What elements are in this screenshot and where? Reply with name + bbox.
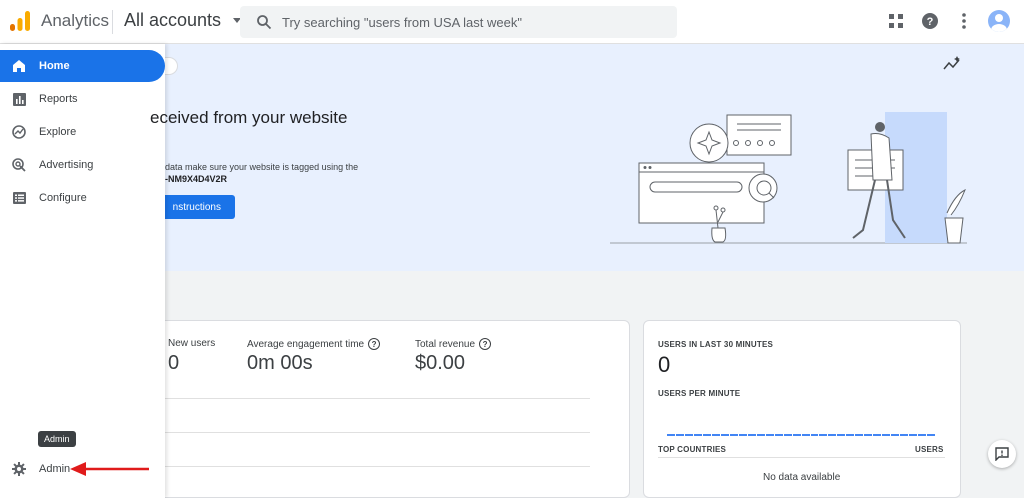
nav-item-explore[interactable]: Explore [0, 116, 165, 148]
header-divider [112, 10, 113, 34]
home-icon [11, 58, 27, 74]
search-icon [257, 15, 272, 30]
users-column-label: USERS [915, 445, 944, 454]
website-setup-illustration [610, 112, 967, 244]
user-avatar[interactable] [988, 10, 1010, 32]
red-arrow-annotation-icon [70, 462, 149, 476]
chart-gridline [165, 432, 590, 433]
nav-item-label: Reports [39, 93, 78, 105]
apps-grid-icon[interactable] [886, 11, 906, 31]
users-per-minute-label: USERS PER MINUTE [658, 389, 741, 398]
chart-gridline [165, 466, 590, 467]
overview-metrics-card [150, 320, 630, 498]
account-selector-label: All accounts [124, 10, 222, 30]
insights-icon[interactable] [943, 55, 961, 73]
reports-icon [11, 91, 27, 107]
nav-item-label: Home [39, 60, 70, 72]
banner-title: eceived from your website [150, 108, 348, 127]
realtime-users-label: USERS IN LAST 30 MINUTES [658, 340, 774, 349]
metric-revenue-label[interactable]: Total revenue ? [415, 338, 492, 350]
help-icon[interactable]: ? [920, 11, 940, 31]
account-selector[interactable]: All accounts [124, 10, 242, 31]
app-title: Analytics [41, 11, 110, 30]
gear-icon [11, 461, 27, 477]
nav-item-reports[interactable]: Reports [0, 83, 165, 115]
metric-engagement-value: 0m 00s [247, 352, 313, 374]
feedback-icon [995, 447, 1009, 461]
help-circle-icon[interactable]: ? [368, 338, 381, 350]
nav-item-label: Explore [39, 126, 77, 138]
search-bar[interactable] [240, 6, 677, 38]
banner-tag-id: -NM9X4D4V2R [165, 174, 228, 184]
realtime-users-value: 0 [658, 352, 671, 377]
header-actions: ? [886, 10, 1010, 32]
search-input[interactable] [282, 14, 662, 30]
configure-icon [11, 190, 27, 206]
explore-icon [11, 124, 27, 140]
metric-label: Total revenue [415, 338, 476, 350]
metric-label: Average engagement time [247, 338, 365, 350]
more-vert-icon[interactable] [954, 11, 974, 31]
nav-item-home[interactable]: Home [0, 50, 165, 82]
top-countries-label: TOP COUNTRIES [658, 445, 727, 454]
analytics-logo-icon[interactable] [10, 11, 30, 31]
nav-item-label: Admin [39, 463, 71, 475]
admin-tooltip: Admin [38, 431, 76, 447]
nav-item-advertising[interactable]: Advertising [0, 149, 165, 181]
help-circle-icon[interactable]: ? [479, 338, 492, 350]
users-per-minute-sparkline [667, 430, 936, 436]
table-divider [658, 457, 945, 458]
metric-engagement-label[interactable]: Average engagement time ? [247, 338, 381, 350]
no-data-message: No data available [763, 472, 841, 483]
metric-label: New users [168, 338, 216, 349]
advertising-icon [11, 157, 27, 173]
metric-revenue-value: $0.00 [415, 352, 466, 374]
metric-new-users-value: 0 [168, 352, 180, 374]
chart-gridline [165, 398, 590, 399]
nav-item-configure[interactable]: Configure [0, 182, 165, 214]
nav-item-label: Configure [39, 192, 87, 204]
banner-description: data make sure your website is tagged us… [165, 162, 359, 172]
feedback-button[interactable] [988, 440, 1016, 468]
nav-item-label: Advertising [39, 159, 94, 171]
metric-new-users-label: New users [168, 338, 215, 349]
top-app-bar: Analytics All accounts ? [0, 0, 1024, 44]
svg-text:?: ? [927, 16, 934, 28]
left-nav: Home Reports Explore Advertising Configu… [0, 44, 165, 498]
